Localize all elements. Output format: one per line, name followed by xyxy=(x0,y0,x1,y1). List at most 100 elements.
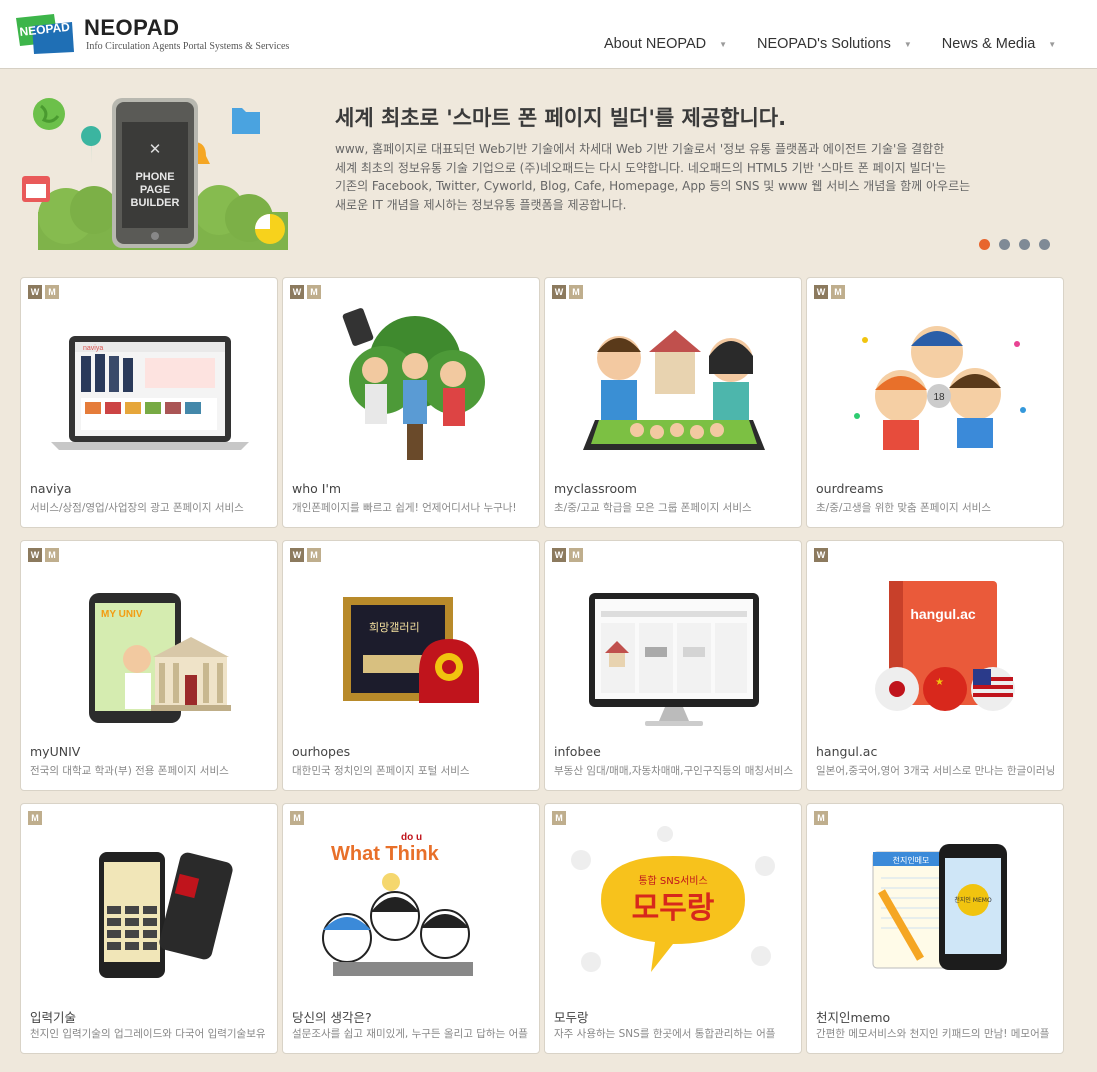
banner-title: 세계 최초로 '스마트 폰 페이지 빌더'를 제공합니다. xyxy=(335,106,787,130)
service-title: 당신의 생각은? xyxy=(292,1010,372,1025)
service-card[interactable]: M 천지인메모 천지인 MEMO 천지인memo 간편한 메모서비스와 천지인 키패… xyxy=(806,803,1064,1054)
svg-text:MY UNIV: MY UNIV xyxy=(101,609,143,620)
service-description: 일본어,중국어,영어 3개국 서비스로 만나는 한글이러닝 xyxy=(816,765,1056,777)
nav-solutions[interactable]: NEOPAD's Solutions ▼ xyxy=(757,36,912,52)
slider-dot[interactable] xyxy=(1019,239,1030,250)
svg-text:18: 18 xyxy=(933,392,945,403)
service-title: naviya xyxy=(30,481,72,496)
platform-badges: WM xyxy=(552,285,586,299)
pie-chart-icon xyxy=(255,214,285,244)
service-description: 간편한 메모서비스와 천지인 키패드의 만남! 메모어플 xyxy=(816,1028,1050,1040)
web-badge-icon: W xyxy=(552,285,566,299)
phones-keypad-icon xyxy=(99,852,233,978)
brand-name[interactable]: NEOPAD xyxy=(84,15,180,41)
phone-notepad-icon: 천지인메모 천지인 MEMO xyxy=(872,844,1007,970)
slider-dot[interactable] xyxy=(999,239,1010,250)
mobile-badge-icon: M xyxy=(814,811,828,825)
phone-text-line: PAGE xyxy=(140,184,170,196)
monitor-listings-icon xyxy=(589,593,759,726)
platform-badges: M xyxy=(290,811,307,825)
service-title: who I'm xyxy=(292,481,342,496)
web-badge-icon: W xyxy=(290,548,304,562)
map-pin-icon xyxy=(81,126,102,164)
tablet-university-icon: MY UNIV xyxy=(89,593,231,723)
slider-pagination xyxy=(979,239,1059,250)
service-card[interactable]: WM who I'm 개인폰페이지를 빠르고 쉽게! 언제어디서나 누구나! xyxy=(282,277,540,528)
service-card[interactable]: WM MY UNIV myUNIV 전국의 대학교 학과(부) 전용 폰페이지 서… xyxy=(20,540,278,791)
platform-badges: WM xyxy=(28,285,62,299)
phone-page-builder-illustration: ✕ PHONE PAGE BUILDER xyxy=(22,98,288,250)
what-think-text: What Think xyxy=(331,843,440,865)
nav-news-media[interactable]: News & Media ▼ xyxy=(942,36,1056,52)
service-description: 설문조사를 쉽고 재미있게, 누구든 올리고 답하는 어플 xyxy=(292,1028,528,1040)
kids-dreams-icon: 18 xyxy=(854,326,1026,450)
slider-dot[interactable] xyxy=(1039,239,1050,250)
service-card[interactable]: WM 18 ourdreams 초/중/고생을 위한 맞춤 폰페이지 서비스 xyxy=(806,277,1064,528)
web-badge-icon: W xyxy=(814,548,828,562)
svg-text:★: ★ xyxy=(935,677,944,688)
service-card[interactable]: M 입력기술천지인 입력기술의 업그레이드와 다국어 입력기술보유 xyxy=(20,803,278,1054)
service-title: 천지인memo xyxy=(816,1010,891,1025)
service-title: infobee xyxy=(554,744,601,759)
sns-bubble-icon: 통합 SNS서비스 모두랑 xyxy=(571,826,775,972)
service-card[interactable]: M 통합 SNS서비스 모두랑 모두랑 자주 사용하는 SNS를 한곳에서 통합관… xyxy=(544,803,802,1054)
platform-badges: WM xyxy=(290,285,324,299)
service-description: 개인폰페이지를 빠르고 쉽게! 언제어디서나 누구나! xyxy=(292,502,517,514)
memo-tag-text: 천지인 MEMO xyxy=(954,896,992,904)
web-badge-icon: W xyxy=(28,285,42,299)
neopad-logo-icon[interactable]: NEOPAD xyxy=(14,12,76,56)
site-header: NEOPAD NEOPAD Info Circulation Agents Po… xyxy=(0,0,1097,69)
caret-down-icon: ▼ xyxy=(903,39,912,49)
phone-text-line: BUILDER xyxy=(131,197,180,209)
mobile-badge-icon: M xyxy=(569,285,583,299)
nav-about-label: About NEOPAD xyxy=(604,36,707,52)
calendar-icon xyxy=(22,176,50,202)
service-title: myUNIV xyxy=(30,744,81,759)
service-card[interactable]: WM myclassroom 초/중/고교 학급을 모은 그룹 폰페이지 서비스 xyxy=(544,277,802,528)
web-badge-icon: W xyxy=(814,285,828,299)
nav-news-media-label: News & Media xyxy=(941,36,1036,52)
service-description: 초/중/고생을 위한 맞춤 폰페이지 서비스 xyxy=(816,502,991,514)
mobile-badge-icon: M xyxy=(28,811,42,825)
tools-icon: ✕ xyxy=(149,140,162,158)
service-card[interactable]: W hangul.ac ★ hangul.ac 일본어,중국어,영어 3개국 서비… xyxy=(806,540,1064,791)
platform-badges: M xyxy=(552,811,569,825)
hero-banner: ✕ PHONE PAGE BUILDER 세계 최초로 '스마트 폰 페이지 빌… xyxy=(0,70,1097,270)
web-badge-icon: W xyxy=(290,285,304,299)
naviya-logo-text: naviya xyxy=(83,345,103,352)
laptop-website-icon: naviya xyxy=(51,336,249,450)
main-nav: About NEOPAD ▼ NEOPAD's Solutions ▼ News… xyxy=(604,36,1086,52)
nav-about[interactable]: About NEOPAD ▼ xyxy=(604,36,727,52)
service-description: 초/중/고교 학급을 모은 그룹 폰페이지 서비스 xyxy=(554,502,752,514)
service-description: 천지인 입력기술의 업그레이드와 다국어 입력기술보유 xyxy=(30,1028,266,1040)
service-card[interactable]: WM naviya naviya 서비스/상점/영업/사업장의 광고 폰페이지 서… xyxy=(20,277,278,528)
service-title: 입력기술 xyxy=(30,1010,77,1025)
memo-pad-text: 천지인메모 xyxy=(893,855,930,865)
folder-icon xyxy=(232,108,260,134)
mobile-badge-icon: M xyxy=(569,548,583,562)
slider-dot[interactable] xyxy=(979,239,990,250)
phone-text-line: PHONE xyxy=(135,171,174,183)
platform-badges: WM xyxy=(814,285,848,299)
hangul-book-text: hangul.ac xyxy=(910,606,976,622)
caret-down-icon: ▼ xyxy=(1048,39,1057,49)
service-card[interactable]: WM infobee 부동산 임대/매매,자동차매매,구인구직등의 매칭서비스 xyxy=(544,540,802,791)
platform-badges: M xyxy=(814,811,831,825)
mobile-badge-icon: M xyxy=(290,811,304,825)
service-title: ourdreams xyxy=(816,481,884,496)
brand-tagline: Info Circulation Agents Portal Systems &… xyxy=(86,41,290,52)
globe-icon xyxy=(33,98,65,130)
platform-badges: M xyxy=(28,811,45,825)
platform-badges: WM xyxy=(28,548,62,562)
nav-solutions-label: NEOPAD's Solutions xyxy=(757,36,891,52)
mobile-badge-icon: M xyxy=(307,548,321,562)
banner-description-line: 세계 최초의 정보유통 기술 기업으로 (주)네오패드는 다시 도약합니다. 네… xyxy=(335,160,947,175)
framed-picture-chair-icon: 희망갤러리 xyxy=(343,597,479,703)
service-card[interactable]: M What Think do u 당신의 생각은? 설문조사를 쉽고 재미있게,… xyxy=(282,803,540,1054)
mobile-badge-icon: M xyxy=(307,285,321,299)
svg-text:희망갤러리: 희망갤러리 xyxy=(369,621,420,634)
service-card[interactable]: WM 희망갤러리 ourhopes 대한민국 정치인의 폰페이지 포털 서비스 xyxy=(282,540,540,791)
banner-description-line: 새로운 IT 개념을 제시하는 정보유통 플랫폼을 제공합니다. xyxy=(335,197,627,212)
book-flags-icon: hangul.ac ★ xyxy=(875,581,1015,711)
service-description: 부동산 임대/매매,자동차매매,구인구직등의 매칭서비스 xyxy=(554,765,794,777)
